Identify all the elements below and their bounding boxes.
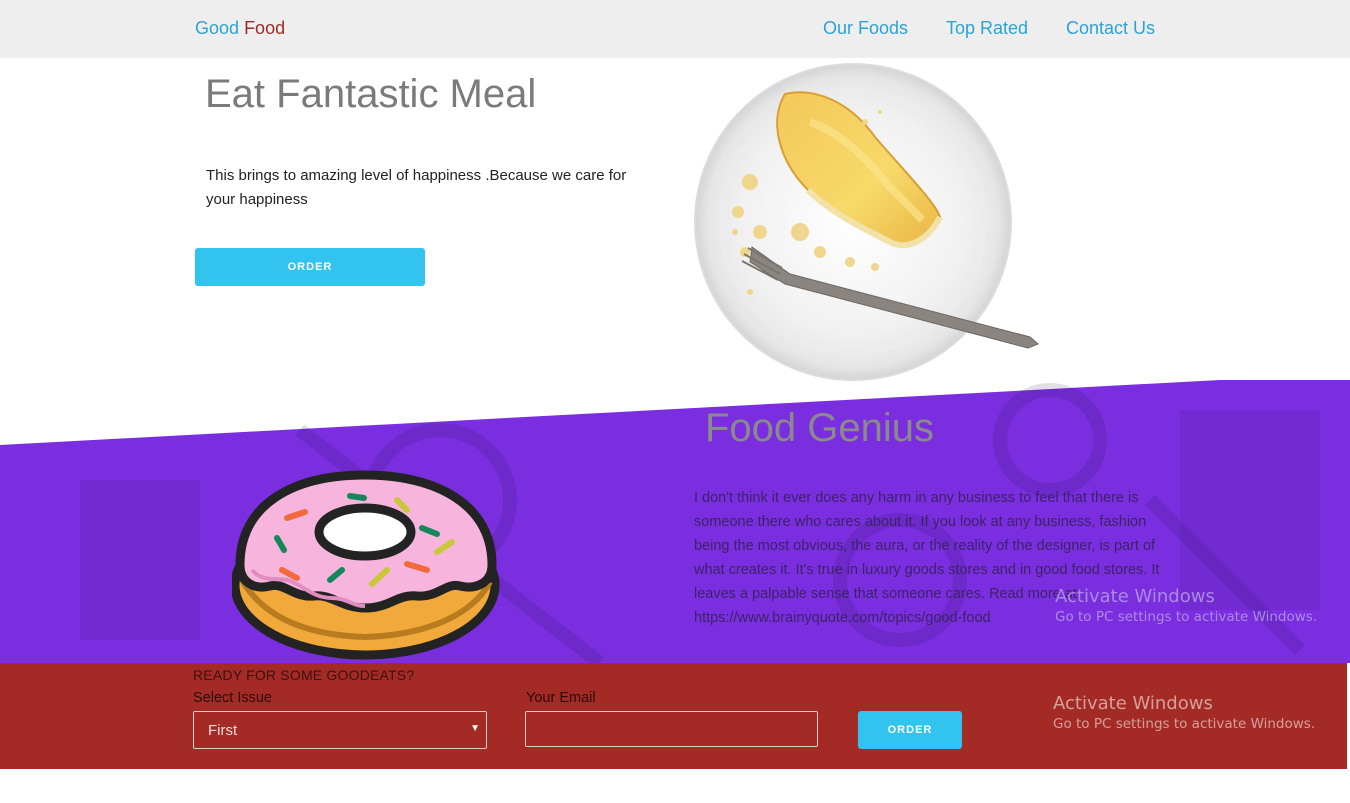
activate-windows-watermark: Activate Windows Go to PC settings to ac… (1055, 586, 1317, 625)
chevron-down-icon: ▼ (470, 723, 480, 734)
activate-windows-watermark-2: Activate Windows Go to PC settings to ac… (1053, 693, 1315, 732)
hero-title: Eat Fantastic Meal (205, 72, 537, 116)
email-label: Your Email (526, 690, 596, 706)
select-issue-label: Select Issue (193, 690, 272, 706)
watermark-subtitle-2: Go to PC settings to activate Windows. (1053, 716, 1316, 732)
top-navbar: Good Food Our Foods Top Rated Contact Us (0, 0, 1350, 58)
donut-icon (230, 470, 504, 660)
watermark-title: Activate Windows (1055, 586, 1215, 607)
nav-link-contact-us[interactable]: Contact Us (1066, 18, 1155, 39)
select-issue-dropdown[interactable]: First ▼ (193, 711, 487, 749)
brand-word-good: Good (195, 18, 240, 38)
email-field[interactable] (525, 711, 818, 747)
cheesecake-plate-image (690, 62, 1050, 386)
form-heading: READY FOR SOME GOODEATS? (193, 667, 415, 683)
watermark-subtitle: Go to PC settings to activate Windows. (1055, 609, 1318, 625)
form-order-button[interactable]: ORDER (858, 711, 962, 749)
hero-order-button[interactable]: ORDER (195, 248, 425, 286)
nav-link-top-rated[interactable]: Top Rated (946, 18, 1028, 39)
brand-logo[interactable]: Good Food (195, 18, 285, 39)
select-issue-value: First (208, 722, 238, 739)
watermark-title-2: Activate Windows (1053, 693, 1213, 714)
nav-link-our-foods[interactable]: Our Foods (823, 18, 908, 39)
brand-word-food: Food (244, 18, 286, 38)
hero-description: This brings to amazing level of happines… (206, 167, 627, 208)
feature-title: Food Genius (705, 406, 935, 450)
